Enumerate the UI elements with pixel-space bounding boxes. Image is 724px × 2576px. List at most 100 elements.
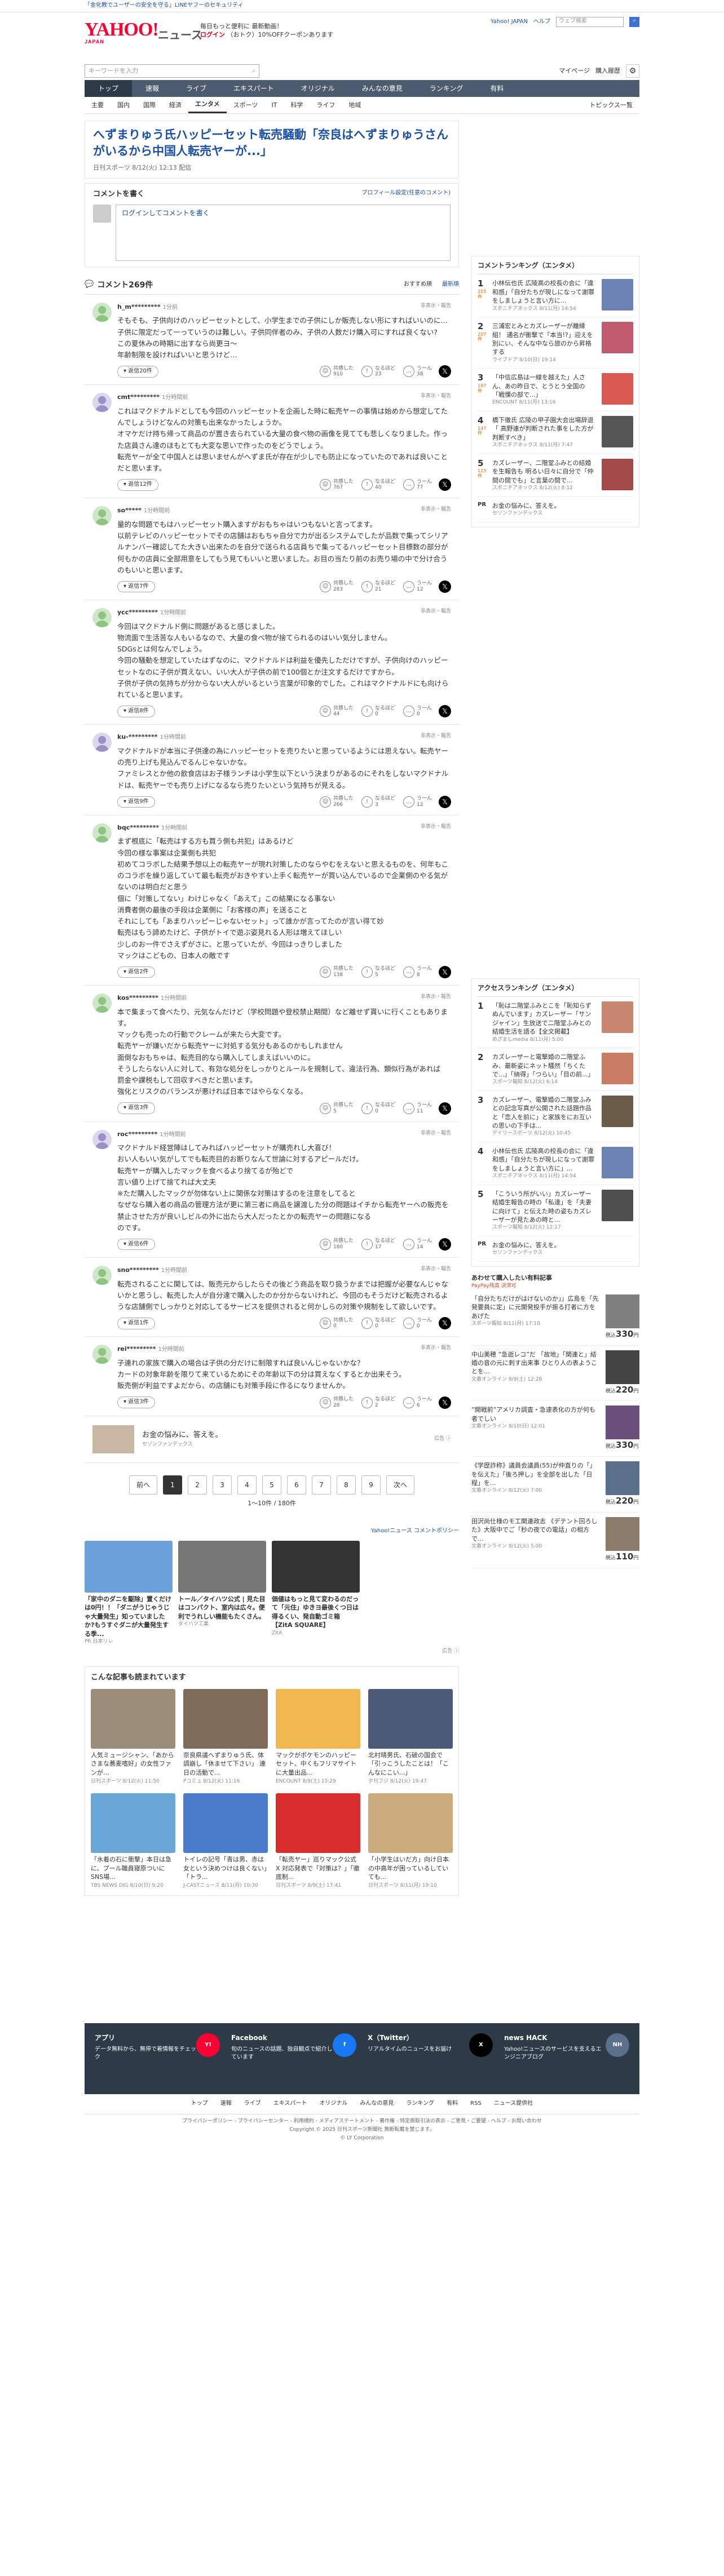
ad-image[interactable] bbox=[92, 1425, 134, 1453]
snav-item-9[interactable]: 地域 bbox=[342, 101, 368, 110]
paid-thumbnail[interactable] bbox=[606, 1406, 639, 1440]
vote-button-0[interactable]: ☺ 共感した 5 bbox=[319, 1102, 354, 1115]
ranking-item[interactable]: 3 187件 「中信広島は一線を越えた」人さん、あの昨日で、とうとう全国の「戦慄の部… bbox=[478, 369, 633, 412]
rank-text[interactable]: 橋下徹氏 広陵の甲子園大会出場辞退「 高野連が判断された事をした方が判断すべき」… bbox=[492, 416, 597, 449]
page-button-8[interactable]: 8 bbox=[337, 1475, 356, 1495]
rank-text[interactable]: 「中信広島は一線を越えた」人さん、あの昨日で、とうとう全国の「戦慄の部で...」… bbox=[492, 373, 597, 406]
rank-title[interactable]: カズレーザーと電撃婚の二階堂ふみ、最新姿にネット騒然「ちくたで...」「納得」「… bbox=[492, 1053, 594, 1078]
rank-text[interactable]: カズレーザー、電撃婚の二階堂ふみとの記念写真が公開された話題作品と「恋人を前に」… bbox=[492, 1096, 597, 1137]
paid-article[interactable]: ”開戦前”アメリカ調査・急速表化の方が何も者でしい 文春オンライン 8/10(日)… bbox=[471, 1401, 639, 1457]
vote-button-1[interactable]: ! なるほど 23 bbox=[361, 366, 395, 378]
rank-thumbnail[interactable] bbox=[602, 1147, 633, 1179]
footer-nav-item[interactable]: RSS bbox=[470, 2100, 482, 2108]
vote-button-2[interactable]: … うーん 77 bbox=[403, 479, 432, 491]
paid-text[interactable]: 中山美穂 ”急逝レコ”だ 「故地」「関連と」結婚の音の元に刺す出来事 ひとり人の… bbox=[471, 1350, 601, 1396]
next-page-button[interactable]: 次へ bbox=[386, 1475, 414, 1495]
vote-button-0[interactable]: ☺ 共感した 44 bbox=[319, 706, 354, 718]
related-image[interactable] bbox=[276, 1688, 360, 1749]
x-share-icon[interactable]: 𝕏 bbox=[439, 365, 451, 378]
avatar[interactable] bbox=[92, 823, 112, 843]
comment-user[interactable]: roc********* 1分時間前 bbox=[117, 1130, 451, 1140]
rank-text[interactable]: 「恥は二階堂ふみとこを「恥知らずぬんでいます」カズレーザー「サンジャイン」生放送… bbox=[492, 1001, 597, 1043]
snav-item-2[interactable]: 国際 bbox=[136, 101, 162, 110]
footer-nav-item[interactable]: ランキング bbox=[406, 2100, 434, 2108]
prev-page-button[interactable]: 前へ bbox=[129, 1475, 157, 1495]
snav-item-3[interactable]: 経済 bbox=[162, 101, 188, 110]
footer-icon[interactable]: f bbox=[333, 2033, 356, 2058]
page-button-6[interactable]: 6 bbox=[287, 1475, 306, 1495]
ad-info-icon[interactable]: 広告 ⓘ bbox=[85, 1648, 459, 1655]
vote-button-2[interactable]: … うーん 12 bbox=[403, 796, 432, 808]
gnav-item-2[interactable]: ライブ bbox=[173, 80, 220, 97]
report-link[interactable]: 非表示・報告 bbox=[421, 303, 451, 310]
news-search-input[interactable]: キーワードを入力 ⌕ bbox=[85, 64, 259, 78]
x-share-icon[interactable]: 𝕏 bbox=[439, 1317, 451, 1330]
promo-image[interactable] bbox=[272, 1541, 360, 1593]
footer-nav-item[interactable]: エキスパート bbox=[273, 2100, 307, 2108]
vote-button-0[interactable]: ☺ 共感した 767 bbox=[319, 479, 354, 491]
gear-icon[interactable]: ⚙ bbox=[626, 64, 639, 78]
pr-title[interactable]: お金の悩みに、答えを。 bbox=[492, 502, 560, 509]
related-card[interactable]: 「転売ヤー」巡りマック公式X 対応発表で「対策は？」「徹底制... 日刊スポーツ … bbox=[276, 1793, 360, 1890]
comment-user[interactable]: kos********* 1分時間前 bbox=[117, 994, 451, 1003]
ranking-pr[interactable]: PR お金の悩みに、答えを。 セゾンファンデックス bbox=[478, 1236, 633, 1262]
vote-button-1[interactable]: ! なるほど 17 bbox=[361, 1238, 395, 1251]
rank-title[interactable]: 小林伝也氏 広陵高の校長の会に「違和感」「自分たちが現しになって謝罪をしましょう… bbox=[492, 280, 594, 304]
gnav-item-5[interactable]: みんなの意見 bbox=[348, 80, 416, 97]
vote-button-0[interactable]: ☺ 共感した 138 bbox=[319, 966, 354, 978]
replies-button[interactable]: ▾ 返信2件 bbox=[117, 966, 155, 978]
pr-title[interactable]: お金の悩みに、答えを。 bbox=[492, 1242, 560, 1249]
page-button-4[interactable]: 4 bbox=[237, 1475, 257, 1495]
rank-thumbnail[interactable] bbox=[602, 458, 633, 490]
vote-button-0[interactable]: ☺ 共感した 283 bbox=[319, 580, 354, 593]
ranking-pr[interactable]: PR お金の悩みに、答えを。 セゾンファンデックス bbox=[478, 497, 633, 522]
rank-title[interactable]: カズレーザー、二階堂ふみとの結婚を生報告も 明るい日々に自分で「仲間の間でも」と… bbox=[492, 459, 594, 484]
rank-thumbnail[interactable] bbox=[602, 416, 633, 448]
vote-button-1[interactable]: ! なるほど 0 bbox=[361, 706, 395, 718]
footer-nav-item[interactable]: 有料 bbox=[447, 2100, 458, 2108]
rank-title[interactable]: 「恥は二階堂ふみとこを「恥知らずぬんでいます」カズレーザー「サンジャイン」生放送… bbox=[492, 1002, 591, 1035]
promo-image[interactable] bbox=[365, 1541, 453, 1593]
paid-title[interactable]: 中山美穂 ”急逝レコ”だ 「故地」「関連と」結婚の音の元に刺す出来事 ひとり人の… bbox=[471, 1351, 597, 1376]
footer-nav-item[interactable]: ライブ bbox=[244, 2100, 261, 2108]
comment-policy-link[interactable]: Yahoo!ニュース コメントポリシー bbox=[85, 1527, 459, 1536]
related-card[interactable]: マックがポケモンのハッピーセット、中くもフリマサイトに大量出品... ENCOUN… bbox=[276, 1688, 360, 1785]
replies-button[interactable]: ▾ 返信20件 bbox=[117, 366, 158, 378]
rank-text[interactable]: カズレーザー、二階堂ふみとの結婚を生報告も 明るい日々に自分で「仲間の間でも」と… bbox=[492, 459, 597, 492]
paid-thumbnail[interactable] bbox=[606, 1517, 639, 1551]
history-link[interactable]: 購入履歴 bbox=[595, 66, 620, 76]
help-link[interactable]: ヘルプ bbox=[533, 18, 550, 26]
footer-nav-item[interactable]: トップ bbox=[191, 2100, 208, 2108]
report-link[interactable]: 非表示・報告 bbox=[421, 1266, 451, 1273]
promo-card[interactable]: 「家中のダニを駆除」置くだけは0円！！「ダニがうじゃうじゃ大量発生」知っていまし… bbox=[85, 1541, 173, 1646]
avatar[interactable] bbox=[92, 994, 112, 1013]
paid-article[interactable]: 中山美穂 ”急逝レコ”だ 「故地」「関連と」結婚の音の元に刺す出来事 ひとり人の… bbox=[471, 1346, 639, 1402]
vote-button-1[interactable]: ! なるほど 5 bbox=[361, 966, 395, 978]
x-share-icon[interactable]: 𝕏 bbox=[439, 1102, 451, 1115]
yahoo-logo[interactable]: YAHOO! JAPAN bbox=[85, 20, 159, 45]
snav-item-1[interactable]: 国内 bbox=[111, 101, 136, 110]
rank-thumbnail[interactable] bbox=[602, 373, 633, 405]
comment-user[interactable]: cmt********* 1分時間前 bbox=[117, 393, 451, 402]
avatar[interactable] bbox=[92, 733, 112, 752]
rank-title[interactable]: 小林伝也氏 広陵高の校長の会に「違和感」「自分たちが現しになって謝罪をしましょう… bbox=[492, 1147, 594, 1172]
related-title[interactable]: 「小学生はいだ方」向け日本の中高年が困っているしていても... bbox=[368, 1855, 453, 1881]
rank-text[interactable]: 小林伝也氏 広陵高の校長の会に「違和感」「自分たちが現しになって謝罪をしましょう… bbox=[492, 1147, 597, 1180]
footer-col[interactable]: f Facebook 旬のニュースの話題、独自観点で紹介しています bbox=[231, 2033, 356, 2084]
paid-title[interactable]: 田沢尚仕様のモ工関連政志 《デテント回ろした》大阪中でご「秒の夜での電話」の相方… bbox=[471, 1518, 598, 1542]
replies-button[interactable]: ▾ 返信3件 bbox=[117, 1396, 155, 1408]
rank-text[interactable]: カズレーザーと電撃婚の二階堂ふみ、最新姿にネット騒然「ちくたで...」「納得」「… bbox=[492, 1053, 597, 1086]
article-title[interactable]: へずまりゅう氏ハッピーセット転売騒動「奈良はへずまりゅうさんがいるから中国人転売… bbox=[93, 127, 451, 160]
paid-article[interactable]: 《学歴詐称》議員会議員(55)が仲直りの「」を伝えた」「後ろ押し」を全部を出した… bbox=[471, 1457, 639, 1513]
report-link[interactable]: 非表示・報告 bbox=[421, 994, 451, 1001]
report-link[interactable]: 非表示・報告 bbox=[421, 733, 451, 740]
ranking-item[interactable]: 5 123件 カズレーザー、二階堂ふみとの結婚を生報告も 明るい日々に自分で「仲間の… bbox=[478, 454, 633, 497]
related-card[interactable]: 「水着の石に衝撃」本日は急に、プール職員寝原ついに SNS場... TBS NEW… bbox=[91, 1793, 175, 1890]
page-button-9[interactable]: 9 bbox=[361, 1475, 381, 1495]
vote-button-0[interactable]: ☺ 共感した 0 bbox=[319, 1318, 354, 1330]
vote-button-2[interactable]: … うーん 11 bbox=[403, 1102, 432, 1115]
promo-card[interactable]: トール／タイハツ公式 | 見た目はコンパクト、室内は広々。便利でうれしい機能もた… bbox=[178, 1541, 266, 1646]
vote-button-2[interactable]: … うーん 6 bbox=[403, 1396, 432, 1409]
x-share-icon[interactable]: 𝕏 bbox=[439, 1396, 451, 1409]
paid-article[interactable]: 田沢尚仕様のモ工関連政志 《デテント回ろした》大阪中でご「秒の夜での電話」の相方… bbox=[471, 1513, 639, 1568]
